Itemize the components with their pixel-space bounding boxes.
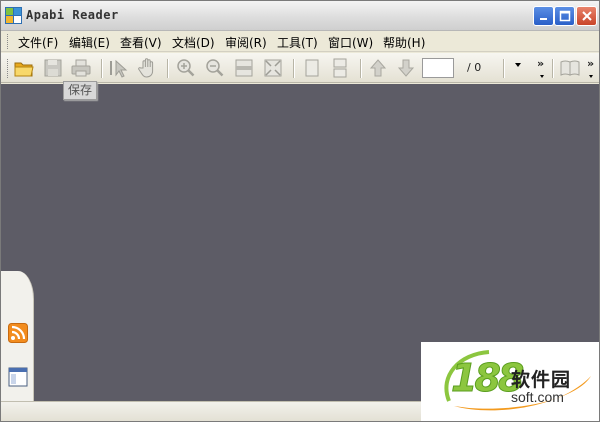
close-icon	[582, 11, 592, 21]
panel-layout-icon	[8, 367, 28, 387]
next-page-icon	[397, 59, 415, 77]
prev-page-icon	[369, 59, 387, 77]
menu-document[interactable]: 文档(D)	[172, 34, 215, 51]
continuous-page-button[interactable]	[329, 57, 351, 79]
prev-page-button[interactable]	[367, 57, 389, 79]
apabi-app-icon	[5, 7, 22, 24]
rss-button[interactable]	[8, 323, 28, 343]
maximize-button[interactable]	[554, 6, 575, 26]
close-button[interactable]	[576, 6, 597, 26]
save-icon	[44, 59, 62, 77]
menu-view[interactable]: 查看(V)	[120, 34, 162, 51]
fit-page-button[interactable]	[262, 57, 284, 79]
save-button[interactable]	[42, 57, 64, 79]
panel-layout-button[interactable]	[8, 367, 28, 387]
book-view-icon	[560, 60, 580, 76]
toolbar-separator	[503, 59, 505, 78]
toolbar-separator	[360, 59, 362, 78]
chevron-down-icon	[589, 75, 593, 78]
menu-grip[interactable]	[7, 34, 10, 49]
single-page-button[interactable]	[301, 57, 323, 79]
menu-help[interactable]: 帮助(H)	[383, 34, 425, 51]
rss-icon	[8, 323, 28, 343]
toolbar-separator	[167, 59, 169, 78]
title-bar[interactable]: Apabi Reader	[1, 1, 599, 31]
toolbar: / 0 » »	[1, 53, 599, 83]
zoom-dropdown-arrow[interactable]	[515, 63, 521, 67]
menu-window[interactable]: 窗口(W)	[328, 34, 373, 51]
minimize-button[interactable]	[533, 6, 554, 26]
toolbar-separator	[552, 59, 554, 78]
menu-edit[interactable]: 编辑(E)	[69, 34, 110, 51]
zoom-in-button[interactable]	[175, 57, 197, 79]
next-page-button[interactable]	[395, 57, 417, 79]
hand-tool-icon	[138, 58, 154, 78]
toolbar-separator	[293, 59, 295, 78]
toolbar-separator	[101, 59, 103, 78]
fit-page-icon	[264, 59, 282, 77]
page-total: / 0	[467, 61, 482, 74]
watermark-chinese: 软件园	[511, 369, 572, 391]
minimize-icon	[540, 18, 547, 20]
zoom-out-button[interactable]	[204, 57, 226, 79]
open-folder-icon	[14, 62, 34, 77]
menu-file[interactable]: 文件(F)	[18, 34, 58, 51]
toolbar-overflow-button[interactable]: »	[537, 57, 544, 70]
maximize-icon	[559, 10, 571, 22]
print-button[interactable]	[70, 57, 92, 79]
site-watermark: 188 软件园 soft.com	[421, 342, 599, 421]
book-view-button[interactable]	[559, 57, 581, 79]
zoom-out-icon	[206, 59, 224, 77]
select-text-icon	[110, 59, 128, 78]
menu-tools[interactable]: 工具(T)	[277, 34, 318, 51]
zoom-in-icon	[177, 59, 195, 77]
window-title: Apabi Reader	[26, 8, 119, 22]
menu-review[interactable]: 审阅(R)	[225, 34, 267, 51]
save-tooltip: 保存	[63, 81, 97, 100]
watermark-domain: soft.com	[511, 389, 564, 405]
fit-width-icon	[235, 59, 253, 77]
toolbar-overflow-button-2[interactable]: »	[587, 57, 594, 70]
toolbar-grip[interactable]	[7, 59, 10, 78]
page-number-input[interactable]	[422, 58, 454, 78]
continuous-page-icon	[333, 58, 347, 78]
hand-tool-button[interactable]	[136, 57, 158, 79]
select-text-button[interactable]	[107, 57, 129, 79]
print-icon	[71, 59, 91, 77]
chevron-down-icon	[540, 75, 544, 78]
fit-width-button[interactable]	[233, 57, 255, 79]
side-panel-tab[interactable]	[1, 271, 34, 401]
app-window: Apabi Reader 文件(F) 编辑(E) 查看(V) 文档(D) 审阅(…	[0, 0, 600, 422]
open-button[interactable]	[13, 57, 35, 79]
single-page-icon	[305, 59, 319, 77]
menu-bar: 文件(F) 编辑(E) 查看(V) 文档(D) 审阅(R) 工具(T) 窗口(W…	[1, 31, 599, 52]
